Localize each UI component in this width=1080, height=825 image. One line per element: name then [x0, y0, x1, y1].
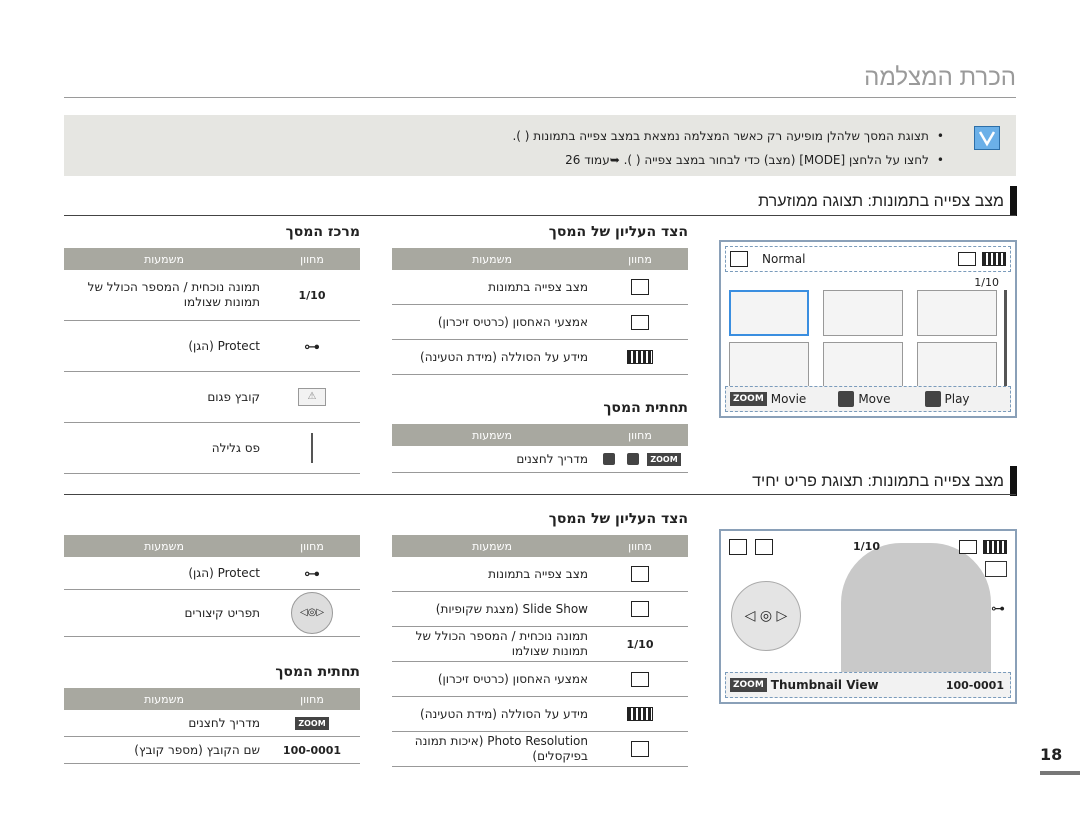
s2-top-table: משמעות מחוון מצב צפייה בתמונות Slide Show… [392, 535, 688, 767]
top-table-heading: הצד העליון של המסך [548, 511, 688, 527]
zoom-icon: ZOOM [730, 392, 767, 406]
table-row: Slide Show (מצגת שקופיות) [392, 592, 688, 627]
page-number: 18 [1040, 745, 1063, 764]
play-button-icon [603, 453, 616, 465]
table-row: Protect (הגן) ⊶ [64, 321, 360, 372]
lcd-top-bar: Normal [725, 246, 1011, 272]
thumbnail[interactable] [729, 342, 809, 388]
lcd-bottom-bar: ZOOM Movie Move Play [725, 386, 1011, 412]
table-row: אמצעי האחסון (כרטיס זיכרון) [392, 305, 688, 340]
note-box: •תצוגת המסך שלהלן מופיעה רק כאשר המצלמה … [64, 115, 1016, 176]
s2-center-table: משמעות מחוון Protect (הגן) ⊶ תפריט קיצורי… [64, 535, 360, 637]
table-row: מדריך לחצנים ZOOM [392, 446, 688, 473]
battery-icon [983, 540, 1007, 554]
playback-mode-icon [974, 126, 1000, 150]
lcd-top-bar: 1/10 [725, 535, 1011, 561]
playback-photo-icon [631, 279, 649, 295]
play-button-icon [924, 391, 941, 407]
scroll-bar-icon [311, 433, 313, 463]
thumbnail[interactable] [823, 290, 903, 336]
table-row: קובץ פגום ⚠ [64, 372, 360, 423]
table-row: מידע על הסוללה (מידת הטעינה) [392, 697, 688, 732]
lcd-thumbnail-view: Normal 1/10 ZOOM Movie Move Play [719, 240, 1017, 418]
thumbnail[interactable] [823, 342, 903, 388]
table-row: מידע על הסוללה (מידת הטעינה) [392, 340, 688, 375]
zoom-icon: ZOOM [295, 716, 329, 730]
note-line-2: •לחצו על הלחצן [MODE] (מצב) כדי לבחור במ… [565, 153, 944, 167]
s1-top-table: משמעות מחוון מצב צפייה בתמונות אמצעי האחס… [392, 248, 688, 375]
table-row: מדריך לחצנים ZOOM [64, 710, 360, 737]
playback-photo-icon [730, 251, 748, 267]
slideshow-icon [755, 539, 773, 555]
table-row: שם הקובץ (מספר קובץ) 100-0001 [64, 737, 360, 764]
table-row: תמונה נוכחית / המספר הכולל של תמונות שצו… [392, 627, 688, 662]
photo-silhouette [841, 543, 991, 688]
lcd-single-view: 1/10 ⊶ ◁ ◎ ▷ ZOOM Thumbnail View 100-000… [719, 529, 1017, 704]
protect-key-icon: ⊶ [304, 336, 320, 356]
table-row: Photo Resolution (איכות תמונה בפיקסלים) [392, 732, 688, 767]
thumbnail[interactable] [917, 342, 997, 388]
scroll-bar[interactable] [1004, 290, 1007, 388]
section-rule [64, 215, 1016, 216]
battery-icon [627, 350, 653, 364]
shortcut-dial-icon: ◁◎▷ [291, 592, 333, 634]
s1-center-table: משמעות מחוון תמונה נוכחית / המספר הכולל ש… [64, 248, 360, 474]
table-row: Protect (הגן) ⊶ [64, 557, 360, 590]
section-marker [1010, 466, 1017, 496]
memory-card-icon [958, 252, 976, 266]
page-number-rule [1040, 771, 1080, 775]
section-rule [64, 494, 1016, 495]
photo-resolution-icon [631, 741, 649, 757]
zoom-icon: ZOOM [730, 678, 767, 692]
battery-icon [982, 252, 1006, 266]
memory-card-icon [631, 671, 649, 687]
bottom-table-heading: תחתית המסך [603, 400, 688, 416]
thumbnail[interactable] [729, 290, 809, 336]
table-row: אמצעי האחסון (כרטיס זיכרון) [392, 662, 688, 697]
section-marker [1010, 186, 1017, 216]
battery-icon [627, 707, 653, 721]
damaged-file-icon: ⚠ [298, 388, 326, 406]
protect-key-icon: ⊶ [991, 601, 1005, 617]
photo-resolution-icon [985, 561, 1007, 577]
button-guide-icons: ZOOM [592, 446, 688, 472]
table-row: מצב צפייה בתמונות [392, 557, 688, 592]
memory-card-icon [631, 314, 649, 330]
section1-heading: מצב צפייה בתמונות: תצוגה ממוזערת [758, 193, 1004, 210]
title-rule [64, 97, 1016, 98]
section2-heading: מצב צפייה בתמונות: תצוגת פריט יחיד [752, 473, 1004, 490]
playback-photo-icon [631, 566, 649, 582]
table-row: תמונה נוכחית / המספר הכולל של תמונות שצו… [64, 270, 360, 321]
center-table-heading: מרכז המסך [285, 224, 360, 240]
table-row: תפריט קיצורים ◁◎▷ [64, 590, 360, 637]
zoom-icon: ZOOM [647, 452, 681, 466]
playback-photo-icon [729, 539, 747, 555]
top-table-heading: הצד העליון של המסך [548, 224, 688, 240]
thumbnail[interactable] [917, 290, 997, 336]
protect-key-icon: ⊶ [304, 563, 320, 583]
page-title: הכרת המצלמה [864, 64, 1016, 91]
slideshow-icon [631, 601, 649, 617]
table-row: פס גלילה [64, 423, 360, 474]
lcd-bottom-bar: ZOOM Thumbnail View 100-0001 [725, 672, 1011, 698]
table-row: מצב צפייה בתמונות [392, 270, 688, 305]
s1-bottom-table: משמעות מחוון מדריך לחצנים ZOOM [392, 424, 688, 473]
s2-bottom-table: משמעות מחוון מדריך לחצנים ZOOM שם הקובץ (… [64, 688, 360, 764]
bottom-table-heading: תחתית המסך [275, 664, 360, 680]
move-button-icon [627, 453, 640, 465]
note-line-1: •תצוגת המסך שלהלן מופיעה רק כאשר המצלמה … [512, 129, 944, 143]
memory-card-icon [959, 540, 977, 554]
move-button-icon [838, 391, 855, 407]
shortcut-dial-icon[interactable]: ◁ ◎ ▷ [731, 581, 801, 651]
